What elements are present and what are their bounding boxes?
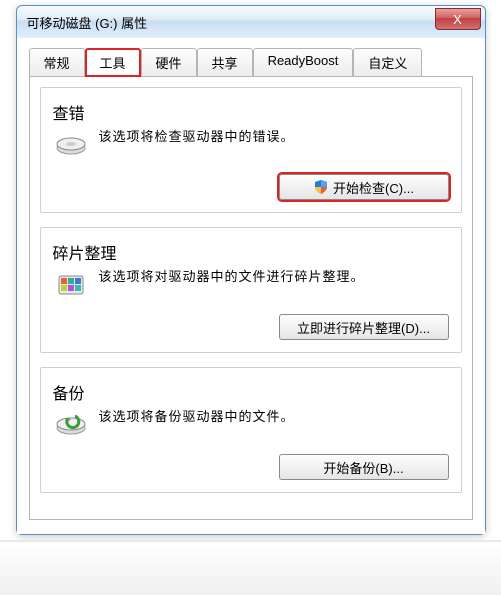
group-legend: 查错 xyxy=(53,100,449,124)
tab-sharing[interactable]: 共享 xyxy=(197,48,253,77)
tab-hardware[interactable]: 硬件 xyxy=(141,48,197,77)
group-legend: 备份 xyxy=(53,380,449,404)
titlebar: 可移动磁盘 (G:) 属性 X xyxy=(17,6,485,38)
disk-check-icon xyxy=(53,126,89,162)
backup-btn-label: 开始备份(B)... xyxy=(323,458,403,477)
defrag-desc: 该选项将对驱动器中的文件进行碎片整理。 xyxy=(99,266,365,285)
dialog-buttons-area xyxy=(0,540,501,595)
start-check-button[interactable]: 开始检查(C)... xyxy=(279,174,449,200)
shield-icon xyxy=(313,179,329,195)
tab-tools[interactable]: 工具 xyxy=(85,48,141,77)
check-desc: 该选项将检查驱动器中的错误。 xyxy=(99,126,295,145)
content-area: 常规 工具 硬件 共享 ReadyBoost 自定义 查错 该选项将检查驱动器中… xyxy=(17,38,485,534)
tab-customize[interactable]: 自定义 xyxy=(353,48,422,77)
defrag-now-button[interactable]: 立即进行碎片整理(D)... xyxy=(279,314,449,340)
close-button[interactable]: X xyxy=(435,8,481,30)
group-backup: 备份 该选项将备份驱动器中的文件。 开始备份(B)... xyxy=(40,367,462,493)
tab-general[interactable]: 常规 xyxy=(29,48,85,77)
tab-readyboost[interactable]: ReadyBoost xyxy=(253,48,354,77)
window-title: 可移动磁盘 (G:) 属性 xyxy=(27,13,148,32)
defrag-btn-label: 立即进行碎片整理(D)... xyxy=(297,318,430,337)
tab-body: 查错 该选项将检查驱动器中的错误。 xyxy=(29,76,473,520)
backup-icon xyxy=(53,406,89,442)
backup-desc: 该选项将备份驱动器中的文件。 xyxy=(99,406,295,425)
defrag-icon xyxy=(53,266,89,302)
check-btn-label: 开始检查(C)... xyxy=(333,178,414,197)
group-legend: 碎片整理 xyxy=(53,240,449,264)
close-icon: X xyxy=(453,12,462,27)
group-error-check: 查错 该选项将检查驱动器中的错误。 xyxy=(40,87,462,213)
properties-window: 可移动磁盘 (G:) 属性 X 常规 工具 硬件 共享 ReadyBoost 自… xyxy=(16,5,486,535)
start-backup-button[interactable]: 开始备份(B)... xyxy=(279,454,449,480)
group-defrag: 碎片整理 该选项将对驱动器中的文件进行碎片整理。 立即 xyxy=(40,227,462,353)
tab-strip: 常规 工具 硬件 共享 ReadyBoost 自定义 xyxy=(29,48,473,77)
